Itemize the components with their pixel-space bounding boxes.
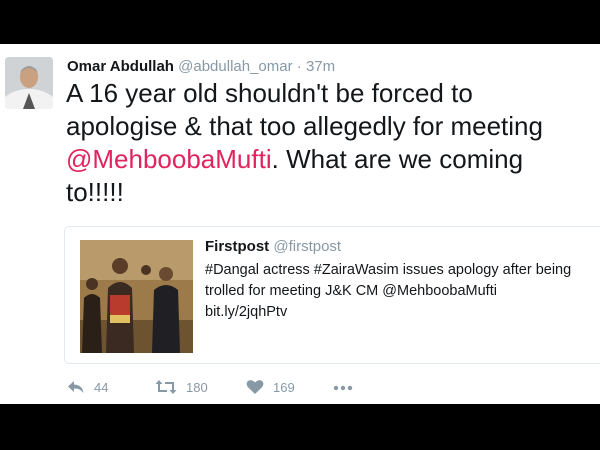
quoted-tweet-image[interactable]: [80, 240, 193, 353]
tweet-text: A 16 year old shouldn't be forced to apo…: [66, 77, 600, 209]
reply-button[interactable]: 44: [67, 379, 108, 395]
quoted-author-name[interactable]: Firstpost: [205, 238, 269, 255]
tweet-text-line: to!!!!!: [66, 177, 124, 207]
tweet-time[interactable]: 37m: [306, 58, 335, 75]
quoted-text-line: trolled for meeting J&K CM @MehboobaMuft…: [205, 283, 497, 299]
more-icon: [332, 379, 354, 395]
tweet-text-line: apologise & that too allegedly for meeti…: [66, 111, 543, 141]
reply-count: 44: [94, 379, 109, 395]
tweet-header: Omar Abdullah @abdullah_omar · 37m: [67, 58, 335, 75]
quoted-tweet-header: Firstpost @firstpost: [205, 238, 341, 255]
quoted-author-handle[interactable]: @firstpost: [273, 238, 341, 255]
tweet-text-fragment: . What are we coming: [271, 144, 524, 174]
heart-icon: [246, 379, 264, 395]
quoted-tweet[interactable]: Firstpost @firstpost #Dangal actress #Za…: [64, 226, 600, 364]
like-count: 169: [273, 379, 295, 395]
retweet-button[interactable]: 180: [155, 379, 208, 395]
author-name[interactable]: Omar Abdullah: [67, 58, 174, 75]
retweet-count: 180: [186, 379, 208, 395]
reply-icon: [67, 379, 85, 395]
top-letterbox: [0, 0, 600, 44]
mention-link[interactable]: @MehboobaMufti: [66, 144, 272, 174]
tweet-text-line: A 16 year old shouldn't be forced to: [66, 78, 473, 108]
bottom-letterbox: [0, 404, 600, 450]
author-avatar[interactable]: [5, 57, 53, 109]
quoted-tweet-text: #Dangal actress #ZairaWasim issues apolo…: [205, 260, 571, 323]
author-handle[interactable]: @abdullah_omar: [178, 58, 292, 75]
header-separator: ·: [296, 58, 302, 75]
more-button[interactable]: [332, 379, 354, 395]
tweet-text-line: @MehboobaMufti. What are we coming: [66, 143, 600, 176]
like-button[interactable]: 169: [246, 379, 295, 395]
quoted-text-link[interactable]: bit.ly/2jqhPtv: [205, 302, 571, 323]
quoted-text-line: #Dangal actress #ZairaWasim issues apolo…: [205, 262, 572, 278]
retweet-icon: [155, 379, 177, 395]
